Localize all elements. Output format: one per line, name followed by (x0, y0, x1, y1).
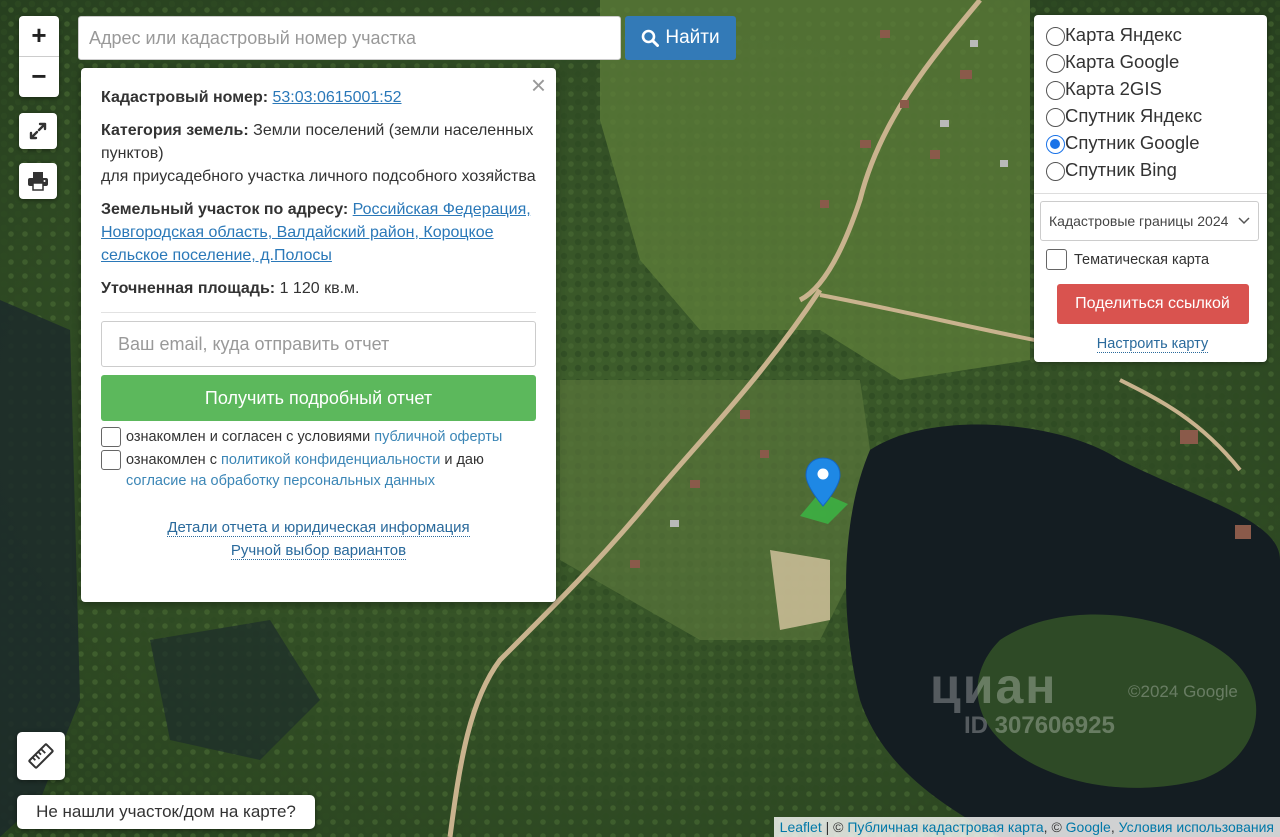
privacy-checkbox[interactable] (101, 450, 121, 470)
privacy-policy-link[interactable]: политикой конфиденциальности (221, 452, 440, 468)
fullscreen-button[interactable] (19, 113, 57, 149)
offer-text: ознакомлен и согласен с условиями (126, 429, 371, 445)
basemap-option[interactable]: Карта 2GIS (1046, 75, 1259, 102)
configure-map-link[interactable]: Настроить карту (1096, 336, 1209, 353)
watermark-brand: циан (930, 658, 1058, 714)
ruler-icon (28, 743, 54, 769)
basemap-option-label: Спутник Яндекс (1065, 104, 1203, 126)
radio-button[interactable] (1046, 135, 1065, 154)
pkk-link[interactable]: Публичная кадастровая карта (847, 819, 1043, 835)
leaflet-link[interactable]: Leaflet (780, 819, 822, 835)
chevron-down-icon (1238, 217, 1250, 225)
cadastral-number-row: Кадастровый номер: 53:03:0615001:52 (101, 86, 536, 109)
offer-agreement-text: ознакомлен и согласен с условиями публич… (126, 427, 502, 448)
email-field[interactable] (101, 321, 536, 367)
not-found-button[interactable]: Не нашли участок/дом на карте? (17, 795, 315, 829)
search-button-label: Найти (665, 27, 720, 48)
public-offer-link[interactable]: публичной оферты (374, 429, 502, 445)
radio-button[interactable] (1046, 162, 1065, 181)
report-details-link[interactable]: Детали отчета и юридическая информация (167, 519, 470, 537)
radio-button[interactable] (1046, 54, 1065, 73)
radio-button[interactable] (1046, 81, 1065, 100)
zoom-in-button[interactable]: + (19, 16, 59, 56)
land-usage-value: для приусадебного участка личного подсоб… (101, 168, 536, 185)
configure-map-row: Настроить карту (1046, 336, 1259, 353)
address-label: Земельный участок по адресу: (101, 201, 349, 218)
manual-selection-link[interactable]: Ручной выбор вариантов (230, 542, 407, 560)
overlay-select[interactable]: Кадастровые границы 2024 (1040, 201, 1259, 241)
print-button[interactable] (19, 163, 57, 199)
basemap-option-label: Спутник Bing (1065, 158, 1177, 180)
privacy-agreement-text: ознакомлен с политикой конфиденциальност… (126, 450, 484, 492)
cadastral-label: Кадастровый номер: (101, 89, 269, 106)
personal-data-consent-link[interactable]: согласие на обработку персональных данны… (126, 473, 435, 489)
area-row: Уточненная площадь: 1 120 кв.м. (101, 277, 536, 300)
watermark-google: ©2024 Google (1128, 682, 1238, 701)
google-link[interactable]: Google (1066, 819, 1111, 835)
map-pin-dot (817, 468, 829, 480)
attribution-bar: Leaflet | © Публичная кадастровая карта,… (773, 817, 1280, 837)
attribution-sep3: , (1110, 819, 1115, 835)
watermark-id: ID 307606925 (964, 712, 1115, 739)
measure-button[interactable] (17, 732, 65, 780)
basemap-option-label: Карта Google (1065, 50, 1180, 72)
radio-button[interactable] (1046, 27, 1065, 46)
land-category-row: Категория земель: Земли поселений (земли… (101, 119, 536, 188)
share-link-button[interactable]: Поделиться ссылкой (1056, 284, 1249, 324)
offer-checkbox[interactable] (101, 427, 121, 447)
area-label: Уточненная площадь: (101, 280, 276, 297)
zoom-control: + − (19, 16, 59, 97)
attribution-sep1: | © (825, 819, 844, 835)
privacy-text2: и даю (444, 452, 484, 468)
basemap-option[interactable]: Карта Яндекс (1046, 21, 1259, 48)
basemap-option-label: Спутник Google (1065, 131, 1200, 153)
overlay-select-value: Кадастровые границы 2024 (1049, 213, 1229, 229)
search-icon (642, 29, 660, 47)
divider (1034, 193, 1267, 194)
basemap-option-label: Карта 2GIS (1065, 77, 1162, 99)
privacy-text: ознакомлен с (126, 452, 217, 468)
privacy-agreement-row: ознакомлен с политикой конфиденциальност… (101, 450, 536, 492)
basemap-option[interactable]: Спутник Bing (1046, 156, 1259, 183)
parcel-info-popup: × Кадастровый номер: 53:03:0615001:52 Ка… (81, 68, 556, 602)
thematic-map-checkbox[interactable] (1046, 249, 1067, 270)
basemap-option-label: Карта Яндекс (1065, 23, 1182, 45)
attribution-sep2: , © (1043, 819, 1062, 835)
watermark: циан ID 307606925 ©2024 Google (930, 658, 1238, 740)
radio-button[interactable] (1046, 108, 1065, 127)
basemap-option[interactable]: Карта Google (1046, 48, 1259, 75)
divider (101, 312, 536, 313)
close-icon[interactable]: × (531, 72, 546, 98)
land-category-label: Категория земель: (101, 122, 249, 139)
basemap-option[interactable]: Спутник Яндекс (1046, 102, 1259, 129)
search-input[interactable] (78, 16, 621, 60)
popup-links: Детали отчета и юридическая информация Р… (101, 516, 536, 562)
printer-icon (28, 172, 48, 191)
address-row: Земельный участок по адресу: Российская … (101, 198, 536, 267)
expand-icon (29, 122, 47, 140)
thematic-map-row[interactable]: Тематическая карта (1046, 249, 1259, 270)
layer-switcher: Карта Яндекс Карта Google Карта 2GIS Спутни… (1034, 15, 1267, 362)
zoom-out-button[interactable]: − (19, 56, 59, 97)
basemap-option[interactable]: Спутник Google (1046, 129, 1259, 156)
get-report-button[interactable]: Получить подробный отчет (101, 375, 536, 421)
thematic-map-label: Тематическая карта (1074, 251, 1210, 268)
terms-link[interactable]: Условия использования (1119, 819, 1274, 835)
cadastral-number-link[interactable]: 53:03:0615001:52 (273, 89, 402, 106)
search-button[interactable]: Найти (625, 16, 736, 60)
offer-agreement-row: ознакомлен и согласен с условиями публич… (101, 427, 536, 448)
basemap-options: Карта Яндекс Карта Google Карта 2GIS Спутни… (1046, 21, 1259, 183)
area-value: 1 120 кв.м. (279, 280, 360, 297)
parcel-marker[interactable] (798, 454, 850, 526)
